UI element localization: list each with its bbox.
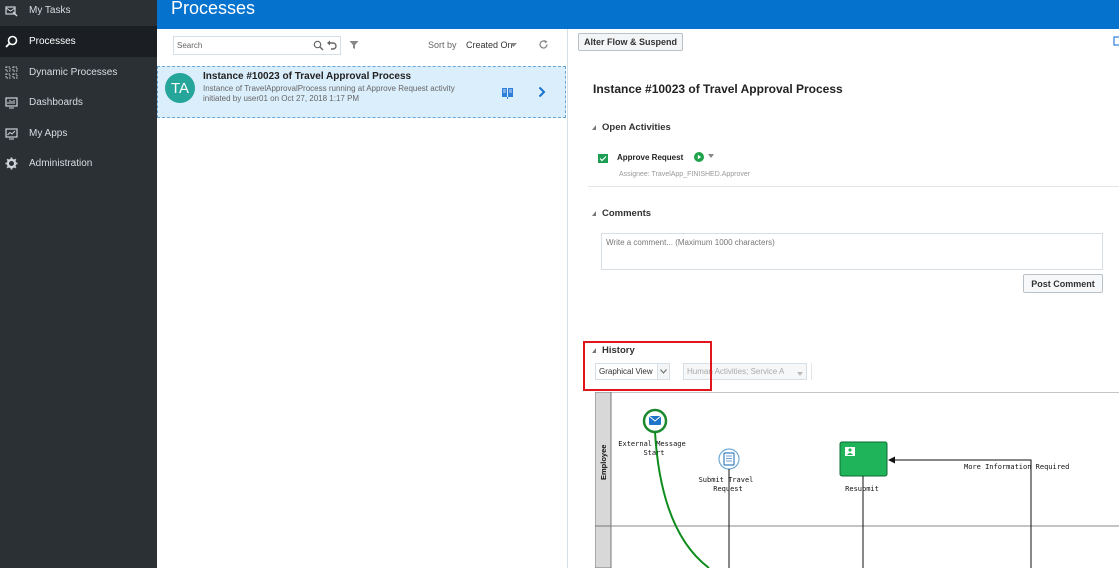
sidebar-item-dashboards[interactable]: Dashboards: [0, 87, 157, 118]
instance-description-line: initiated by user01 on Oct 27, 2018 1:17…: [203, 94, 360, 103]
sidebar-item-label: Administration: [29, 158, 93, 169]
dashboard-icon: [5, 96, 18, 109]
task-status-icon: [598, 154, 608, 163]
section-title: Comments: [602, 208, 652, 219]
submit-task-label: Submit Travel: [699, 476, 754, 484]
instance-detail-title: Instance #10023 of Travel Approval Proce…: [593, 82, 843, 96]
undo-icon[interactable]: [326, 40, 337, 51]
comments-header[interactable]: Comments: [592, 208, 651, 219]
collapse-triangle-icon: [592, 125, 596, 130]
more-info-flow: [894, 459, 1032, 568]
edge-action-icon[interactable]: [1113, 35, 1119, 47]
sidebar: My Tasks Processes Dynamic Processes Das…: [0, 0, 157, 568]
submit-task-label: Request: [713, 485, 743, 493]
page-title: Processes: [171, 0, 256, 18]
play-circle-icon[interactable]: [693, 151, 704, 162]
sort-select[interactable]: Created On: [466, 40, 513, 50]
sidebar-item-my-apps[interactable]: My Apps: [0, 118, 157, 149]
swimlane-label: Employee: [599, 445, 608, 480]
chevron-down-icon[interactable]: [707, 153, 714, 159]
page-header: Processes: [157, 0, 1119, 29]
sidebar-item-label: Processes: [29, 36, 76, 47]
search-box: [173, 36, 341, 55]
section-divider: [588, 186, 1119, 187]
sort-label: Sort by: [428, 40, 457, 50]
task-details-icon[interactable]: [500, 85, 514, 99]
instance-description-line: Instance of TravelApprovalProcess runnin…: [203, 84, 455, 93]
sidebar-item-processes[interactable]: Processes: [0, 26, 157, 57]
user-task-icon: [845, 447, 855, 456]
search-input[interactable]: [177, 39, 307, 52]
start-event-label: External Message: [618, 440, 685, 448]
collapse-triangle-icon: [592, 211, 596, 216]
instance-title: Instance #10023 of Travel Approval Proce…: [203, 71, 412, 82]
inbox-icon: [5, 4, 18, 17]
chevron-down-icon: [797, 369, 803, 378]
chevron-right-icon[interactable]: [536, 86, 548, 98]
dynamic-process-icon: [5, 66, 18, 79]
search-icon[interactable]: [313, 40, 324, 51]
sidebar-item-my-tasks[interactable]: My Tasks: [0, 0, 157, 26]
document-icon: [723, 452, 735, 466]
sidebar-item-label: My Apps: [29, 128, 68, 139]
instance-description: Instance of TravelApprovalProcess runnin…: [203, 84, 493, 104]
process-list-panel: Sort by Created On TA Instance #10023 of…: [157, 29, 568, 568]
avatar: TA: [165, 73, 195, 103]
activity-name-link[interactable]: Approve Request: [617, 153, 683, 162]
process-diagram[interactable]: Employee External Message Start Submit T…: [595, 392, 1119, 568]
filter-icon[interactable]: [348, 39, 359, 50]
sidebar-item-label: My Tasks: [29, 5, 71, 16]
sidebar-item-administration[interactable]: Administration: [0, 148, 157, 179]
resubmit-task-label: Resubmit: [845, 485, 879, 493]
section-title: Open Activities: [602, 122, 671, 133]
sidebar-item-label: Dashboards: [29, 97, 83, 108]
sidebar-item-label: Dynamic Processes: [29, 67, 118, 78]
chevron-down-icon[interactable]: [509, 42, 517, 48]
arrowhead-icon: [888, 456, 895, 464]
history-highlight-box: [583, 341, 712, 391]
search-icon: [5, 35, 18, 48]
refresh-icon[interactable]: [537, 38, 549, 50]
assignee-text: Assignee: TravelApp_FINISHED.Approver: [619, 171, 751, 178]
more-info-label: More Information Required: [964, 463, 1069, 471]
gear-icon: [5, 157, 18, 170]
comment-textarea[interactable]: [601, 233, 1103, 270]
sidebar-item-dynamic-processes[interactable]: Dynamic Processes: [0, 57, 157, 88]
instance-list-item[interactable]: TA Instance #10023 of Travel Approval Pr…: [157, 66, 566, 118]
apps-icon: [5, 127, 18, 140]
post-comment-button[interactable]: Post Comment: [1023, 274, 1103, 293]
open-activities-header[interactable]: Open Activities: [592, 122, 671, 133]
start-event-label: Start: [643, 449, 664, 457]
alter-flow-suspend-button[interactable]: Alter Flow & Suspend: [578, 33, 683, 51]
toolbar-divider: [811, 363, 812, 380]
